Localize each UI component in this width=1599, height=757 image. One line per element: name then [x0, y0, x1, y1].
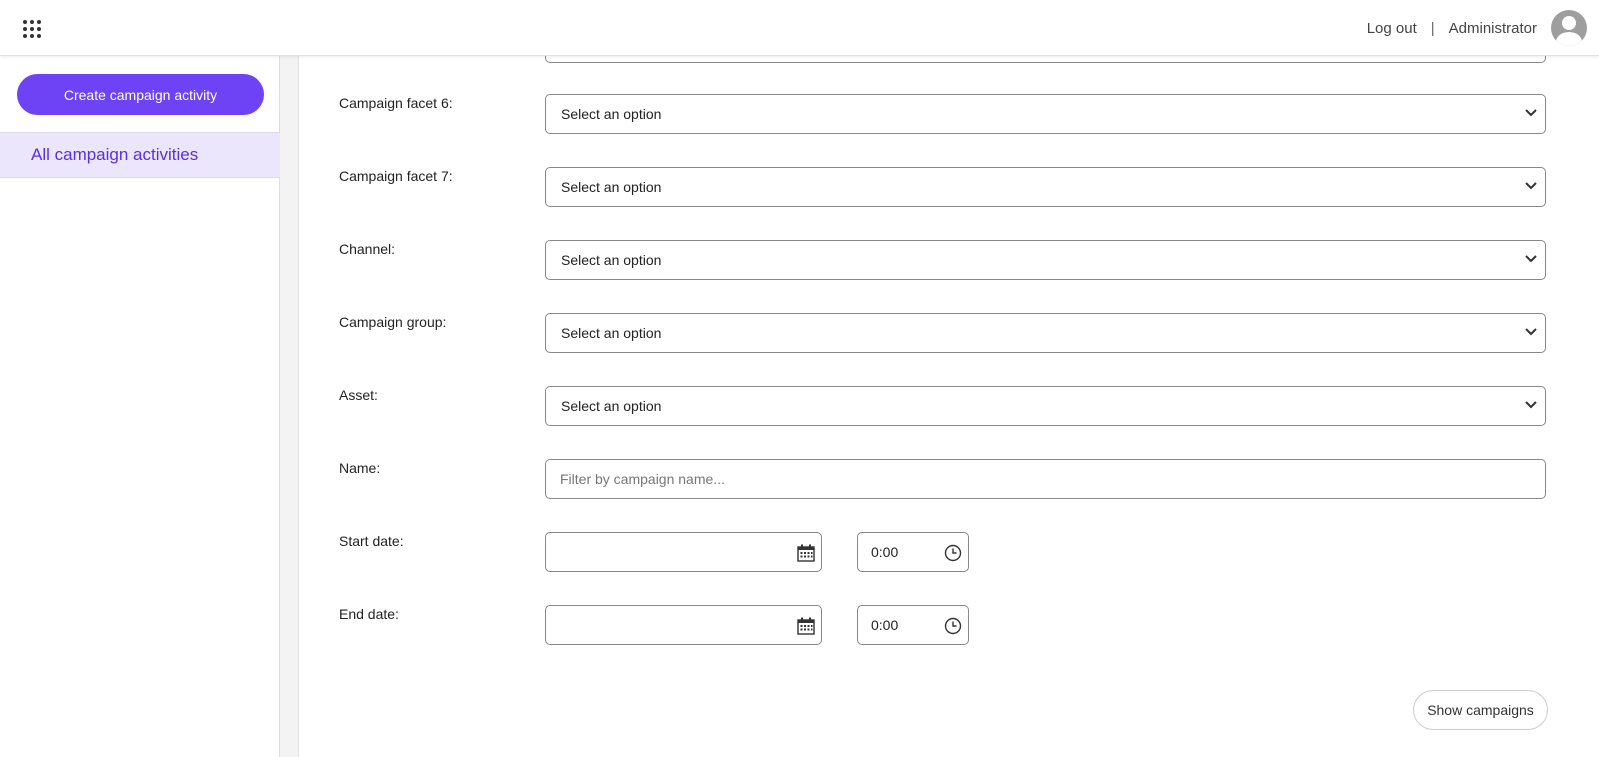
campaign-facet-7-select[interactable]: Select an option [545, 167, 1546, 207]
end-time-input[interactable]: 0:00 [857, 605, 969, 645]
channel-select[interactable]: Select an option [545, 240, 1546, 280]
top-header: Log out | Administrator [0, 0, 1599, 56]
create-campaign-activity-button[interactable]: Create campaign activity [17, 74, 264, 115]
filter-row-start-date: Start date: 0:00 [299, 532, 1599, 572]
user-avatar-icon[interactable] [1551, 10, 1587, 46]
field-label: Campaign facet 7: [339, 168, 453, 184]
select-value: Select an option [561, 106, 662, 122]
field-label: Campaign group: [339, 314, 447, 330]
campaign-facet-6-select[interactable]: Select an option [545, 94, 1546, 134]
chevron-down-icon [1525, 109, 1537, 117]
chevron-down-icon [1525, 255, 1537, 263]
field-label: Asset: [339, 387, 378, 403]
filter-row-campaign-facet-6: Campaign facet 6: Select an option [299, 94, 1599, 134]
select-value: Select an option [561, 398, 662, 414]
end-date-input[interactable] [545, 605, 822, 645]
filter-row-channel: Channel: Select an option [299, 240, 1599, 280]
grid-apps-icon[interactable] [23, 20, 41, 38]
filter-row-name: Name: [299, 459, 1599, 499]
header-separator: | [1430, 19, 1435, 37]
logout-link[interactable]: Log out [1367, 20, 1417, 37]
start-time-input[interactable]: 0:00 [857, 532, 969, 572]
filter-row-asset: Asset: Select an option [299, 386, 1599, 426]
select-value: Select an option [561, 325, 662, 341]
username-label[interactable]: Administrator [1449, 20, 1537, 37]
show-campaigns-button[interactable]: Show campaigns [1413, 690, 1548, 730]
calendar-icon[interactable] [796, 616, 816, 636]
campaign-group-select[interactable]: Select an option [545, 313, 1546, 353]
campaign-name-input[interactable] [545, 459, 1546, 499]
field-label: End date: [339, 606, 399, 622]
filter-row-end-date: End date: 0:00 [299, 605, 1599, 645]
user-menu: Log out | Administrator [1367, 0, 1587, 56]
sidebar: Create campaign activity All campaign ac… [0, 56, 280, 757]
filter-row-campaign-group: Campaign group: Select an option [299, 313, 1599, 353]
calendar-icon[interactable] [796, 543, 816, 563]
filter-row-campaign-facet-7: Campaign facet 7: Select an option [299, 167, 1599, 207]
asset-select[interactable]: Select an option [545, 386, 1546, 426]
select-value: Select an option [561, 252, 662, 268]
chevron-down-icon [1525, 182, 1537, 190]
sidebar-item-all-campaign-activities[interactable]: All campaign activities [0, 132, 280, 178]
time-value: 0:00 [871, 617, 899, 633]
filter-panel: Campaign facet 6: Select an option Campa… [298, 36, 1599, 757]
clock-icon[interactable] [944, 617, 962, 635]
start-date-input[interactable] [545, 532, 822, 572]
field-label: Name: [339, 460, 381, 476]
time-value: 0:00 [871, 544, 899, 560]
chevron-down-icon [1525, 328, 1537, 336]
field-label: Start date: [339, 533, 404, 549]
select-value: Select an option [561, 179, 662, 195]
clock-icon[interactable] [944, 544, 962, 562]
field-label: Channel: [339, 241, 396, 257]
chevron-down-icon [1525, 401, 1537, 409]
field-label: Campaign facet 6: [339, 95, 453, 111]
